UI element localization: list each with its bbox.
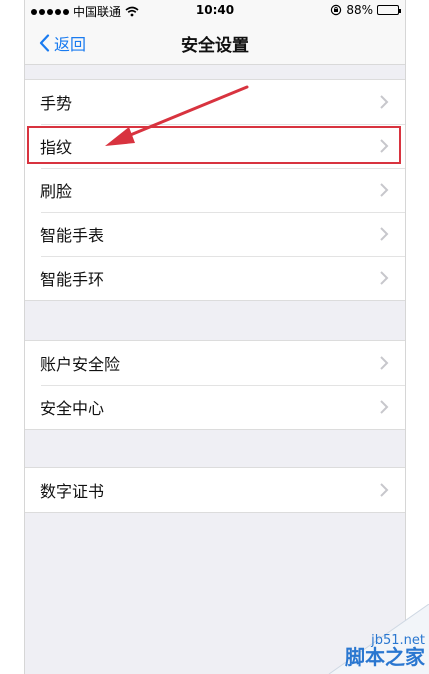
phone-screen: 中国联通 10:40 88% 返回 安全设置 手势 指纹 刷脸 智能手表 智能手… <box>24 0 406 674</box>
chevron-right-icon <box>380 183 389 197</box>
settings-row-gesture[interactable]: 手势 <box>25 80 405 124</box>
settings-row-face[interactable]: 刷脸 <box>25 168 405 212</box>
chevron-right-icon <box>380 483 389 497</box>
row-label: 账户安全险 <box>40 355 121 374</box>
battery-icon <box>377 5 401 15</box>
settings-row-fingerprint[interactable]: 指纹 <box>25 124 405 168</box>
row-label: 手势 <box>40 94 73 113</box>
chevron-right-icon <box>380 356 389 370</box>
settings-row-smartwatch[interactable]: 智能手表 <box>25 212 405 256</box>
watermark: jb51.net 脚本之家 <box>289 604 429 674</box>
settings-row-security-center[interactable]: 安全中心 <box>25 385 405 429</box>
row-label: 指纹 <box>40 138 73 157</box>
watermark-name: 脚本之家 <box>345 645 425 669</box>
row-label: 数字证书 <box>40 482 105 501</box>
chevron-right-icon <box>380 400 389 414</box>
chevron-right-icon <box>380 139 389 153</box>
battery-percent: 88% <box>346 3 373 17</box>
row-label: 安全中心 <box>40 399 105 418</box>
status-right: 88% <box>330 3 401 17</box>
settings-row-account-insurance[interactable]: 账户安全险 <box>25 341 405 385</box>
page-title: 安全设置 <box>181 36 249 56</box>
orientation-lock-icon <box>331 4 342 16</box>
chevron-right-icon <box>380 227 389 241</box>
navigation-bar: 返回 安全设置 <box>25 20 405 65</box>
settings-row-digital-certificate[interactable]: 数字证书 <box>25 468 405 512</box>
row-label: 智能手表 <box>40 226 105 245</box>
row-label: 智能手环 <box>40 270 105 289</box>
settings-group-3: 数字证书 <box>25 467 405 513</box>
settings-group-1: 手势 指纹 刷脸 智能手表 智能手环 <box>25 79 405 301</box>
status-bar: 中国联通 10:40 88% <box>25 0 405 20</box>
settings-group-2: 账户安全险 安全中心 <box>25 340 405 430</box>
chevron-right-icon <box>380 95 389 109</box>
row-label: 刷脸 <box>40 182 73 201</box>
settings-row-smartband[interactable]: 智能手环 <box>25 256 405 300</box>
chevron-right-icon <box>380 271 389 285</box>
